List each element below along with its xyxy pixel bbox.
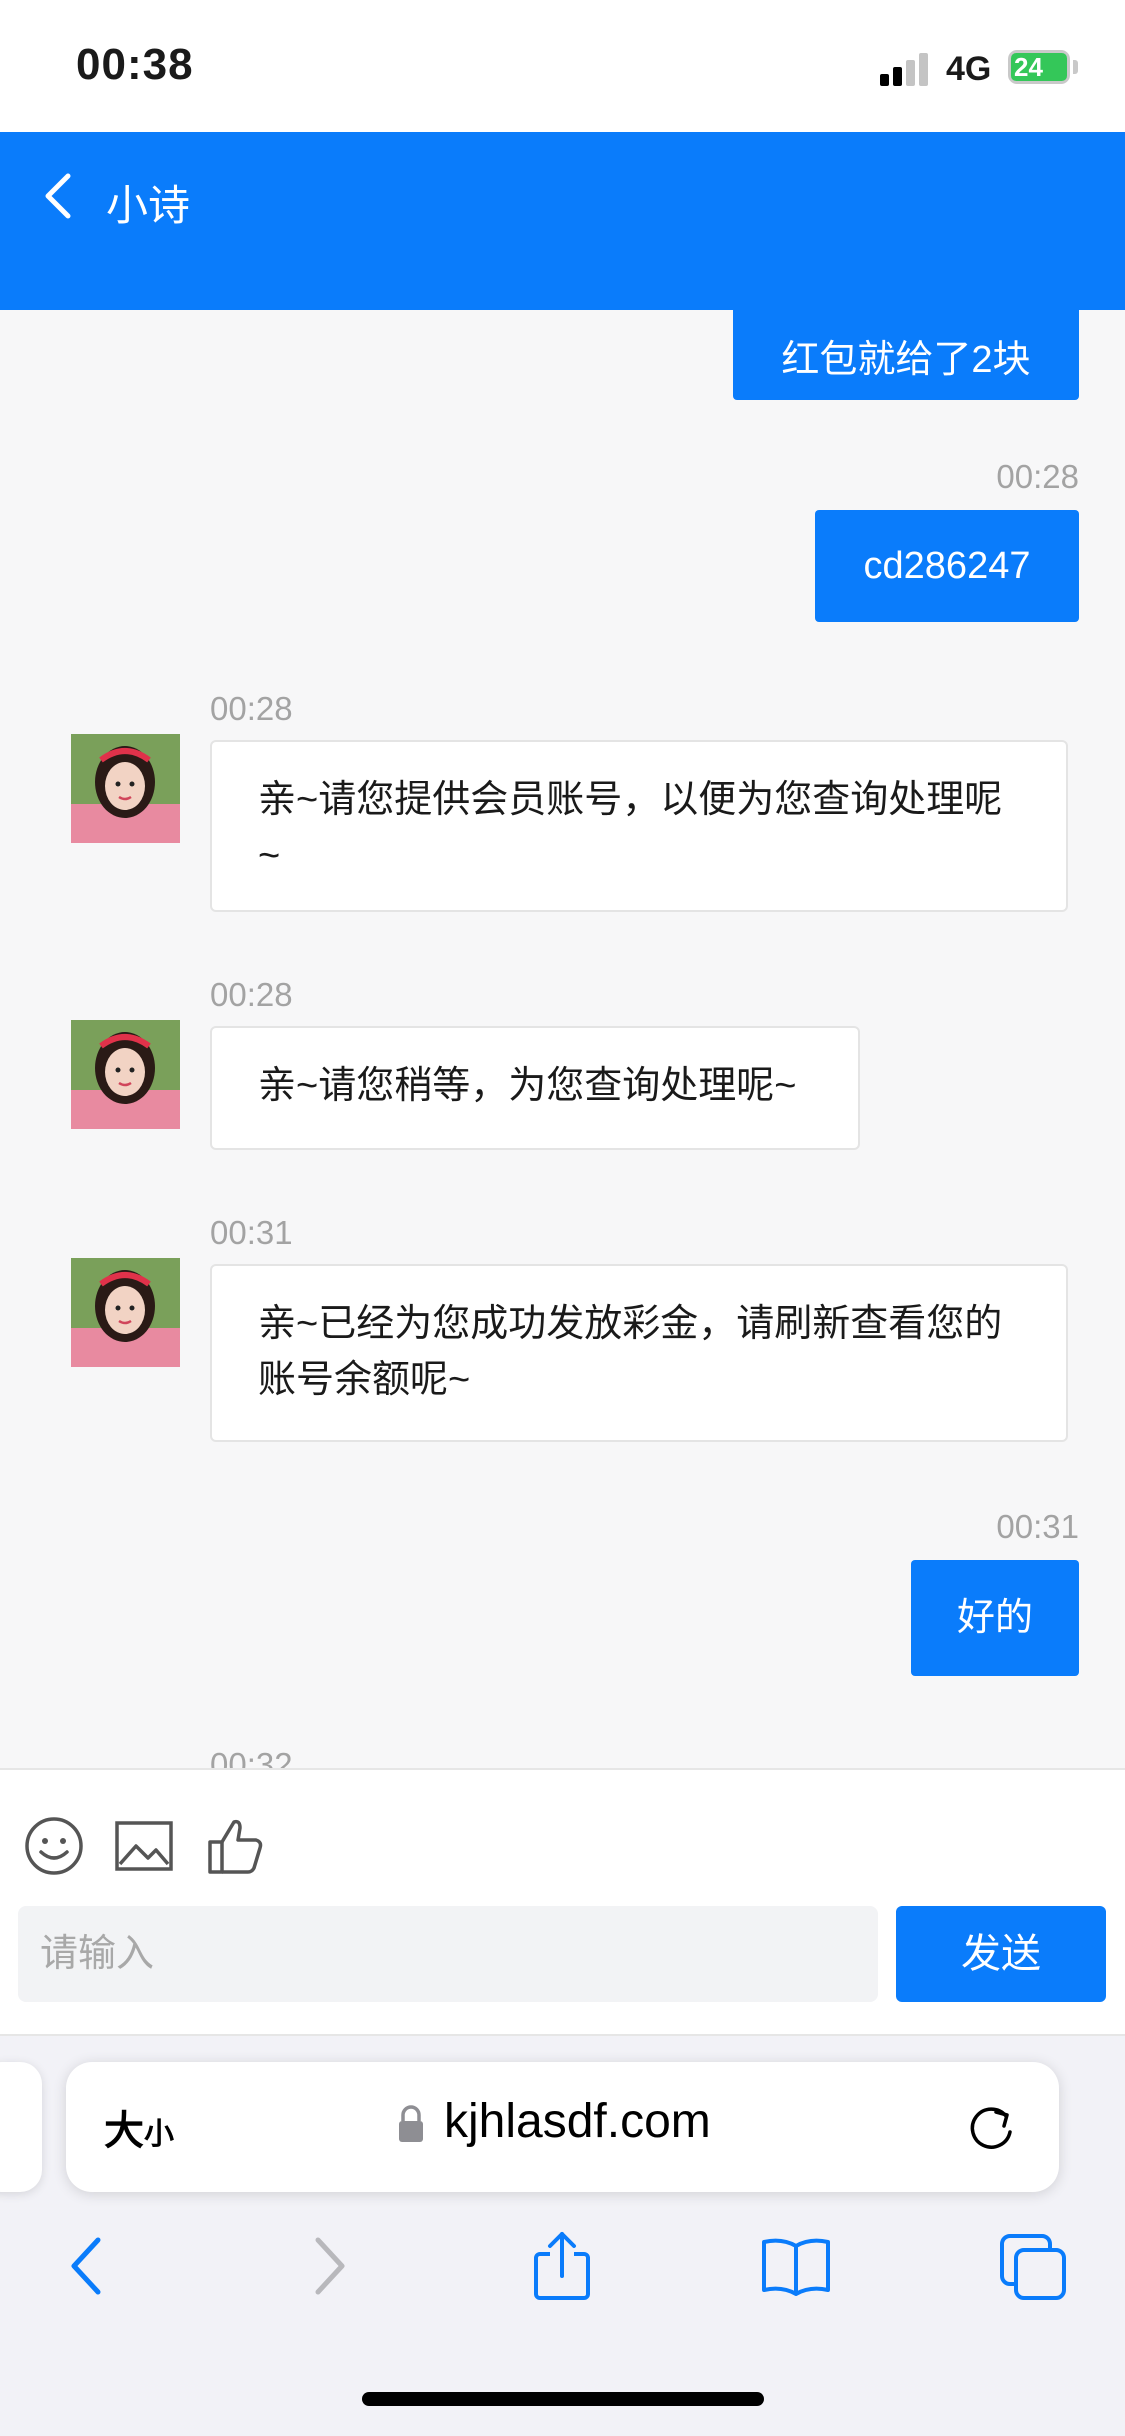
adjacent-tab[interactable]: [0, 2062, 42, 2192]
battery-icon: 24: [1008, 50, 1070, 84]
smile-icon[interactable]: [22, 1814, 86, 1878]
message-text: 红包就给了2块: [781, 339, 1031, 381]
page-settings-small-label: 小: [144, 2118, 174, 2151]
message-timestamp: 00:31: [210, 1214, 293, 1251]
message-timestamp: 00:31: [996, 1508, 1079, 1545]
message-timestamp: 00:28: [210, 690, 293, 727]
message-timestamp: 00:32: [210, 1746, 293, 1768]
message-text: cd286247: [863, 545, 1031, 587]
page-settings-label: 大: [104, 2109, 144, 2153]
message-timestamp: 00:28: [996, 458, 1079, 495]
message-list[interactable]: 红包就给了2块 00:28 cd286247 00:28 亲~请您提供会员账号，…: [0, 310, 1125, 1768]
message-text: 亲~已经为您成功发放彩金，请刷新查看您的账号余额呢~: [258, 1303, 1003, 1401]
battery-level: 24: [1014, 52, 1043, 82]
message-bubble-in: 亲~请您稍等，为您查询处理呢~: [210, 1026, 860, 1150]
message-input[interactable]: [18, 1906, 878, 2002]
message-timestamp: 00:28: [210, 976, 293, 1013]
browser-chrome: 大小 kjhlasdf.com: [0, 2036, 1125, 2436]
share-icon[interactable]: [530, 2230, 594, 2302]
message-text: 好的: [956, 1597, 1033, 1639]
address-bar[interactable]: 大小 kjhlasdf.com: [66, 2062, 1059, 2192]
chat-header: 小诗: [0, 132, 1125, 310]
thumbs-up-icon[interactable]: [202, 1814, 266, 1878]
avatar: [71, 734, 180, 843]
avatar: [71, 1258, 180, 1367]
message-bubble-out: 红包就给了2块: [733, 310, 1079, 400]
send-button[interactable]: 发送: [896, 1906, 1106, 2002]
tabs-icon[interactable]: [998, 2230, 1070, 2302]
message-text: 亲~请您提供会员账号，以便为您查询处理呢~: [258, 779, 1003, 877]
reload-icon[interactable]: [966, 2102, 1018, 2154]
status-time: 00:38: [76, 40, 194, 89]
lock-icon: [399, 2105, 423, 2142]
forward-icon[interactable]: [296, 2230, 360, 2302]
network-label: 4G: [946, 50, 992, 88]
message-bubble-in: 亲~已经为您成功发放彩金，请刷新查看您的账号余额呢~: [210, 1264, 1068, 1442]
bookmarks-icon[interactable]: [760, 2230, 832, 2302]
battery-cap: [1073, 60, 1078, 74]
chat-title: 小诗: [106, 182, 191, 229]
url-text: kjhlasdf.com: [444, 2095, 711, 2148]
composer: 发送: [0, 1768, 1125, 2036]
signal-icon: [880, 52, 928, 86]
avatar: [71, 1020, 180, 1129]
message-bubble-out: 好的: [911, 1560, 1079, 1676]
back-icon[interactable]: [56, 2230, 120, 2302]
message-text: 亲~请您稍等，为您查询处理呢~: [258, 1065, 797, 1107]
home-indicator: [362, 2392, 764, 2406]
message-bubble-out: cd286247: [815, 510, 1079, 622]
status-bar: 00:38 4G 24: [0, 0, 1125, 132]
page-settings-button[interactable]: 大小: [104, 2098, 174, 2156]
chevron-left-icon[interactable]: [36, 166, 84, 226]
image-icon[interactable]: [112, 1814, 176, 1878]
message-bubble-in: 亲~请您提供会员账号，以便为您查询处理呢~: [210, 740, 1068, 912]
